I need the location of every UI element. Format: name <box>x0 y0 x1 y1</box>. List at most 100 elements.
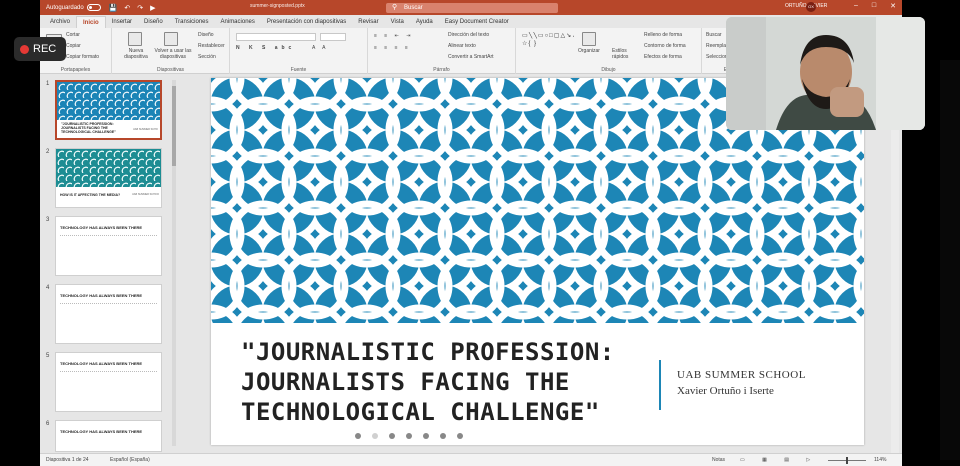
tab-diseno[interactable]: Diseño <box>138 16 169 28</box>
zoom-slider[interactable] <box>828 457 866 464</box>
presenter-video-image <box>726 17 925 130</box>
view-buttons[interactable]: ▭ ▦ ▤ ▷ <box>740 457 818 463</box>
text-direction-button[interactable]: Dirección del texto <box>448 32 489 38</box>
shapes-gallery[interactable]: ▭╲╲▭○□▢△↘↗△↰◯◇⌒⟨⟩☆{ } <box>522 32 574 58</box>
slide-title-line: TECHNOLOGICAL CHALLENGE" <box>241 398 600 426</box>
slide-thumbnail-2[interactable]: HOW IS IT AFFECTING THE MEDIA? UAB SUMME… <box>55 148 162 208</box>
avatar[interactable]: OX <box>806 2 816 12</box>
find-button[interactable]: Buscar <box>706 32 722 38</box>
close-icon[interactable]: ✕ <box>890 2 896 10</box>
slides-group-label: Diapositivas <box>157 67 184 73</box>
editor-scrollbar[interactable] <box>891 75 899 453</box>
slide-thumbnail-1[interactable]: "JOURNALISTIC PROFESSION: JOURNALISTS FA… <box>55 80 162 140</box>
font-size-select[interactable] <box>320 33 346 41</box>
nav-dot[interactable] <box>389 433 395 439</box>
shape-outline-button[interactable]: Contorno de forma <box>644 43 686 49</box>
align-text-button[interactable]: Alinear texto <box>448 43 476 49</box>
tab-animaciones[interactable]: Animaciones <box>215 16 261 28</box>
list-buttons[interactable]: ≡ ≡ ⇤ ⇥ <box>374 33 413 39</box>
slide-title[interactable]: "JOURNALISTIC PROFESSION: JOURNALISTS FA… <box>241 337 621 427</box>
slide-subtitle-author[interactable]: Xavier Ortuño i Iserte <box>677 385 774 397</box>
tab-presentacion[interactable]: Presentación con diapositivas <box>261 16 352 28</box>
thumbnail-title: TECHNOLOGY HAS ALWAYS BEEN THERE <box>60 225 143 230</box>
thumbnail-subtitle: UAB SUMMER SCHOOL <box>133 128 158 131</box>
font-family-select[interactable] <box>236 33 316 41</box>
thumbnail-title: TECHNOLOGY HAS ALWAYS BEEN THERE <box>60 361 143 366</box>
thumbnail-title: "JOURNALISTIC PROFESSION: JOURNALISTS FA… <box>61 122 116 134</box>
font-color-buttons[interactable]: A A <box>312 45 329 51</box>
copy-button[interactable]: Copiar <box>66 43 81 49</box>
nav-dot[interactable] <box>372 433 378 439</box>
tab-vista[interactable]: Vista <box>385 16 410 28</box>
section-button[interactable]: Sección <box>198 54 216 60</box>
tab-revisar[interactable]: Revisar <box>352 16 384 28</box>
redo-icon[interactable]: ↷ <box>137 4 143 12</box>
nav-dot[interactable] <box>457 433 463 439</box>
cut-button[interactable]: Cortar <box>66 32 80 38</box>
thumbnail-number: 2 <box>46 149 50 155</box>
paragraph-group-label: Párrafo <box>433 67 450 73</box>
thumbnail-body <box>60 371 157 405</box>
format-painter-button[interactable]: Copiar formato <box>66 54 99 60</box>
reset-button[interactable]: Restablecer <box>198 43 225 49</box>
thumbnail-body <box>60 303 157 333</box>
language-indicator[interactable]: Español (España) <box>110 457 150 463</box>
thumbnails-scrollbar[interactable] <box>172 80 176 446</box>
slide-thumbnail-6[interactable]: TECHNOLOGY HAS ALWAYS BEEN THERE <box>55 420 162 452</box>
slide-thumbnail-4[interactable]: TECHNOLOGY HAS ALWAYS BEEN THERE <box>55 284 162 344</box>
status-bar: Diapositiva 1 de 24 Español (España) Not… <box>40 453 902 466</box>
new-slide-button[interactable]: Nueva diapositiva <box>118 48 154 60</box>
tab-transiciones[interactable]: Transiciones <box>169 16 215 28</box>
layout-button[interactable]: Diseño <box>198 32 214 38</box>
tab-insertar[interactable]: Insertar <box>106 16 138 28</box>
slide-subtitle-school[interactable]: UAB SUMMER SCHOOL <box>677 369 806 381</box>
record-icon <box>20 44 29 54</box>
title-bar: Autoguardado 💾 ↶ ↷ ▶ summer-signposted.p… <box>40 0 902 15</box>
webcam-video <box>726 17 925 130</box>
current-slide[interactable]: "JOURNALISTIC PROFESSION: JOURNALISTS FA… <box>211 78 864 445</box>
notes-button[interactable]: Notas <box>712 457 725 463</box>
slide-counter: Diapositiva 1 de 24 <box>46 457 89 463</box>
subtitle-divider <box>659 360 661 410</box>
autosave: Autoguardado <box>46 4 101 11</box>
align-buttons[interactable]: ≡ ≡ ≡ ≡ <box>374 45 411 51</box>
slide-navigation-dots <box>355 433 463 439</box>
nav-dot[interactable] <box>355 433 361 439</box>
new-slide-icon[interactable] <box>128 32 142 46</box>
nav-dot[interactable] <box>423 433 429 439</box>
shape-fill-button[interactable]: Relleno de forma <box>644 32 682 38</box>
reuse-slides-icon[interactable] <box>164 32 178 46</box>
save-icon[interactable]: 💾 <box>109 4 118 12</box>
scrollbar-thumb[interactable] <box>172 86 176 166</box>
slide-thumbnails-panel: 1 "JOURNALISTIC PROFESSION: JOURNALISTS … <box>40 75 178 453</box>
window-controls: – □ ✕ <box>854 2 896 10</box>
tab-archivo[interactable]: Archivo <box>44 16 76 28</box>
smartart-button[interactable]: Convertir a SmartArt <box>448 54 494 60</box>
arrange-button[interactable]: Organizar <box>578 48 600 54</box>
slide-title-line: JOURNALISTS FACING THE <box>241 368 570 396</box>
thumbnail-title: TECHNOLOGY HAS ALWAYS BEEN THERE <box>60 293 143 298</box>
tab-ayuda[interactable]: Ayuda <box>410 16 439 28</box>
nav-dot[interactable] <box>440 433 446 439</box>
nav-dot[interactable] <box>406 433 412 439</box>
autosave-label: Autoguardado <box>46 4 84 11</box>
reuse-slides-button[interactable]: Volver a usar las diapositivas <box>154 48 192 60</box>
drawing-group-label: Dibujo <box>601 67 616 73</box>
maximize-icon[interactable]: □ <box>872 2 876 10</box>
autosave-toggle[interactable] <box>86 4 101 11</box>
font-style-buttons[interactable]: N K S abc <box>236 45 295 51</box>
slide-thumbnail-5[interactable]: TECHNOLOGY HAS ALWAYS BEEN THERE <box>55 352 162 412</box>
tab-inicio[interactable]: Inicio <box>76 16 106 28</box>
quick-styles-button[interactable]: Estilos rápidos <box>612 48 640 60</box>
screen-edge <box>940 60 960 460</box>
start-slideshow-icon[interactable]: ▶ <box>150 4 155 12</box>
recording-badge: REC <box>14 37 66 61</box>
slide-thumbnail-3[interactable]: TECHNOLOGY HAS ALWAYS BEEN THERE <box>55 216 162 276</box>
minimize-icon[interactable]: – <box>854 2 858 10</box>
undo-icon[interactable]: ↶ <box>124 4 130 12</box>
arrange-icon[interactable] <box>582 32 596 46</box>
zoom-level[interactable]: 114% <box>874 457 886 463</box>
shape-effects-button[interactable]: Efectos de forma <box>644 54 682 60</box>
tab-easy-document-creator[interactable]: Easy Document Creator <box>439 16 515 28</box>
search-box[interactable]: ⚲ Buscar <box>386 3 558 13</box>
